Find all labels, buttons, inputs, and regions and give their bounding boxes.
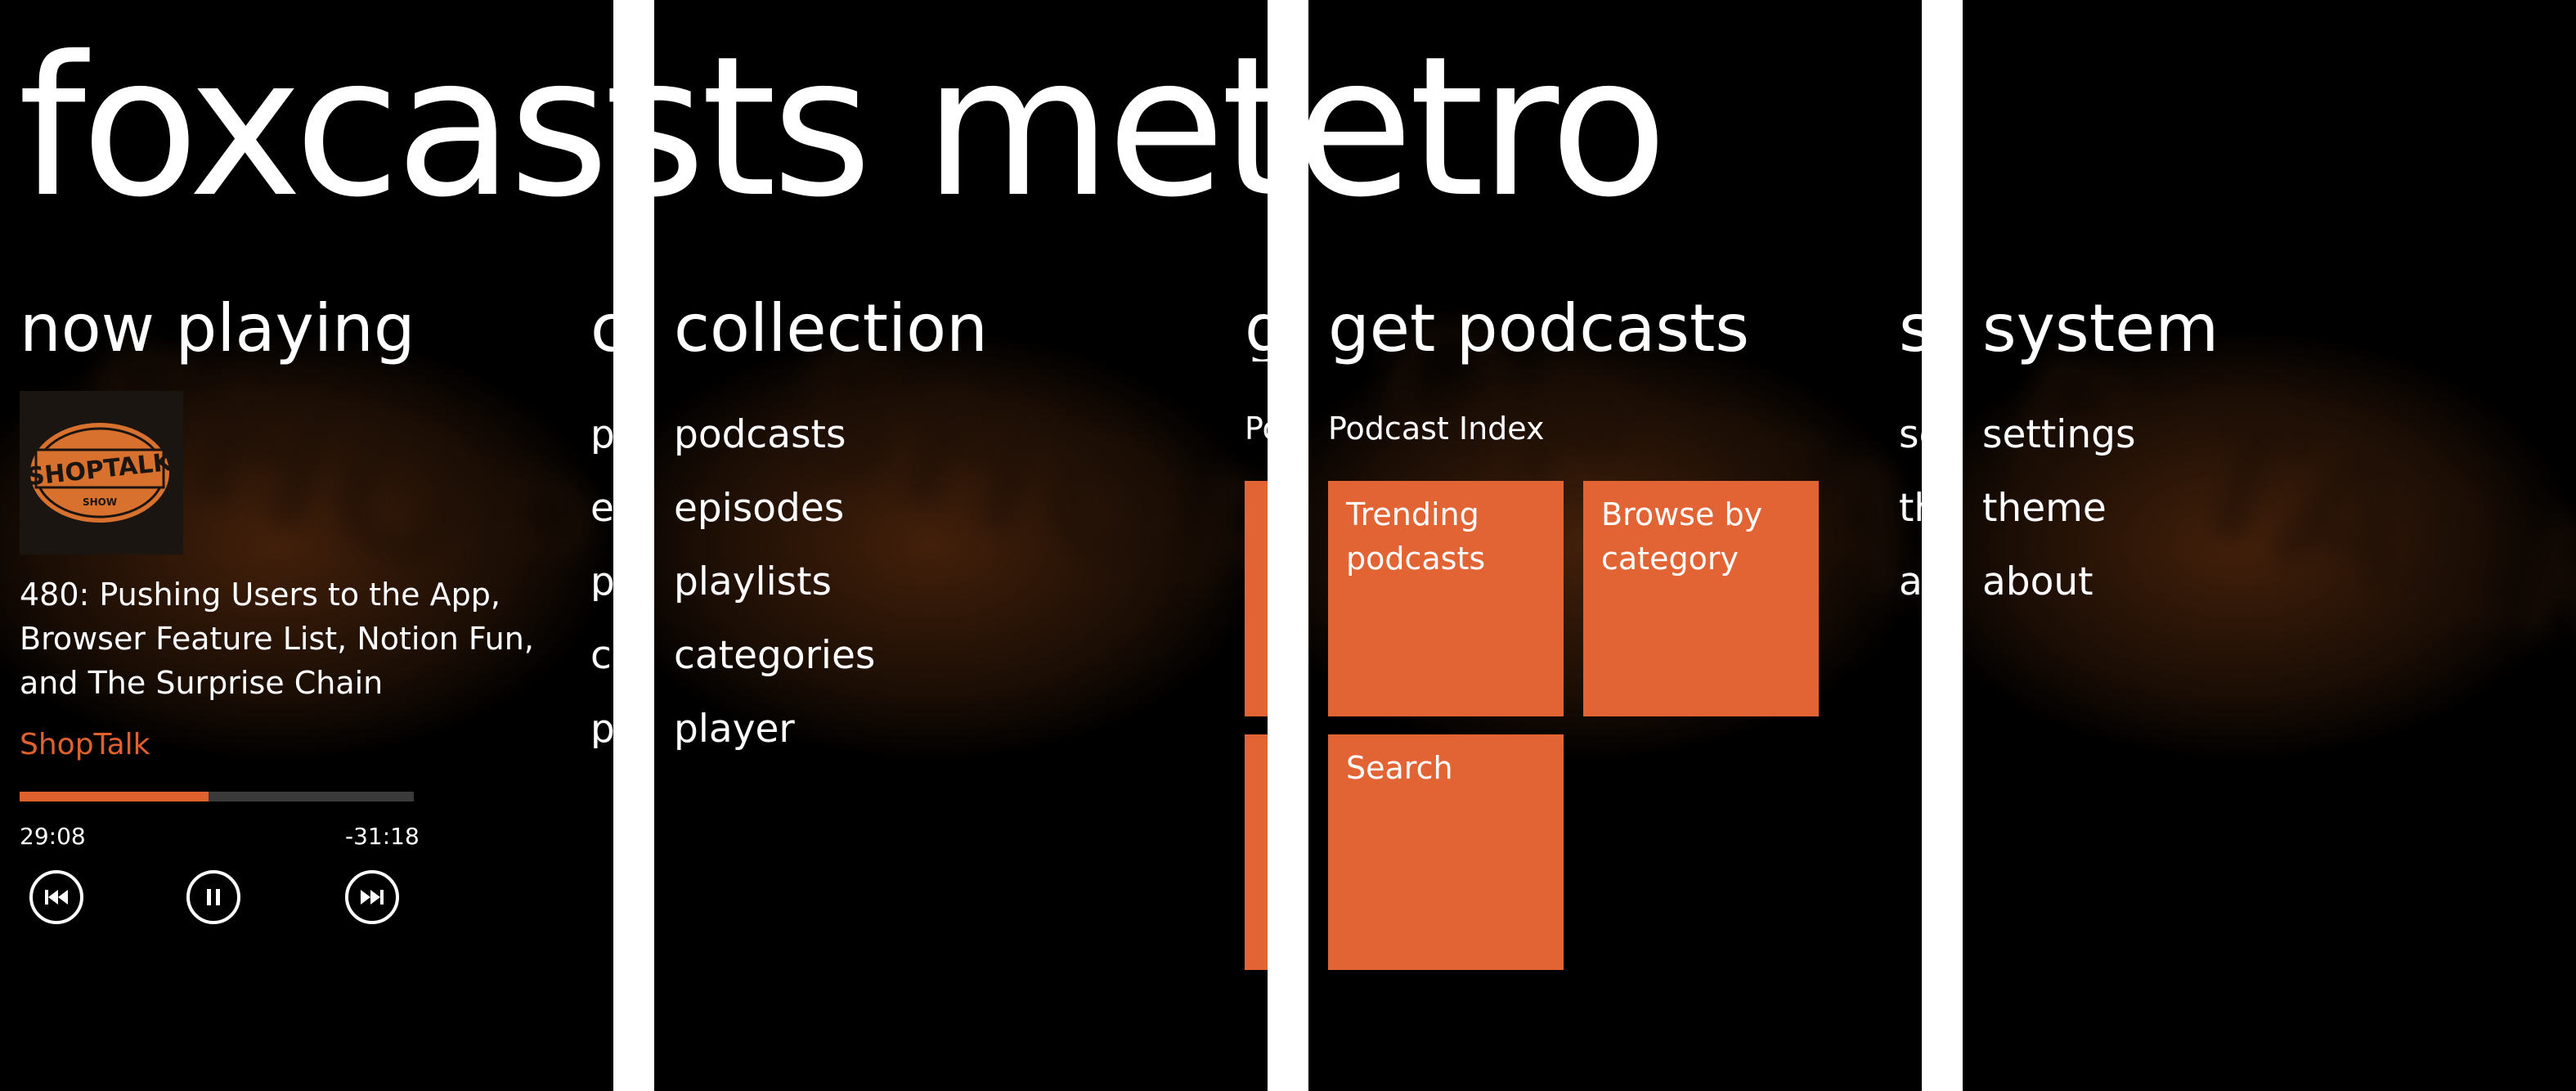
tile-trending-podcasts[interactable]: Trending podcasts: [1328, 481, 1564, 716]
system-item-theme[interactable]: theme: [1982, 489, 2107, 528]
tile-search[interactable]: Search: [1328, 734, 1564, 970]
peek-tile-search: [1245, 734, 1268, 970]
album-art-logo-subtext: SHOW: [83, 496, 117, 508]
section-heading-get-podcasts: get podcasts: [1328, 290, 1750, 366]
skip-forward-button[interactable]: [345, 870, 399, 924]
section-heading-system: system: [1982, 290, 2219, 366]
elapsed-time: 29:08: [20, 823, 86, 850]
peek-item-player: player: [590, 710, 613, 748]
pause-button[interactable]: [186, 870, 240, 924]
peek-item-settings: settings: [1899, 415, 1922, 454]
skip-back-button[interactable]: [29, 870, 83, 924]
peek-heading-get-podcasts: get podcasts: [1245, 296, 1268, 361]
collection-item-playlists[interactable]: playlists: [674, 563, 832, 601]
podcast-name-link[interactable]: ShopTalk: [20, 728, 150, 761]
skip-forward-icon: [361, 890, 384, 905]
peek-item-categories: categories: [590, 636, 613, 675]
remaining-time: -31:18: [345, 823, 420, 850]
collection-item-episodes[interactable]: episodes: [674, 489, 844, 528]
app-title-scrolled: foxcasts metro: [654, 15, 1268, 240]
peek-heading-system: system: [1899, 296, 1922, 361]
app-title-scrolled: foxcasts metro: [1308, 15, 1667, 240]
peek-subtitle-podcast-index: Podcast Index: [1245, 411, 1268, 447]
playback-progress-bar[interactable]: [20, 792, 414, 801]
panel-get-podcasts: OP TALK foxcasts metro get podcasts Podc…: [1308, 0, 1922, 1091]
panel-now-playing: SHOP foxcasts metro now playing SHOPTALK…: [0, 0, 613, 1091]
tile-browse-by-category[interactable]: Browse by category: [1583, 481, 1819, 716]
peek-item-episodes: episodes: [590, 489, 613, 528]
peek-heading-collection: collection: [590, 296, 613, 361]
collection-item-categories[interactable]: categories: [674, 636, 875, 675]
collection-item-podcasts[interactable]: podcasts: [674, 415, 846, 454]
podcast-index-label: Podcast Index: [1328, 411, 1545, 447]
peek-item-podcasts: podcasts: [590, 415, 613, 454]
section-heading-now-playing: now playing: [20, 290, 415, 366]
episode-title: 480: Pushing Users to the App, Browser F…: [20, 577, 534, 701]
system-item-about[interactable]: about: [1982, 563, 2094, 601]
album-art[interactable]: SHOPTALK SHOW: [20, 391, 183, 554]
panel-collection: SHOP TA foxcasts metro collection podcas…: [654, 0, 1268, 1091]
system-item-settings[interactable]: settings: [1982, 415, 2135, 454]
section-heading-collection: collection: [674, 290, 988, 366]
panel-system: P TALK foxcasts metro system settings th…: [1963, 0, 2576, 1091]
app-title: foxcasts metro: [18, 15, 613, 240]
peek-item-playlists: playlists: [590, 563, 613, 601]
blurred-background: P TALK: [1963, 0, 2576, 1091]
peek-tile-trending: [1245, 481, 1268, 716]
skip-back-icon: [45, 890, 68, 905]
collection-item-player[interactable]: player: [674, 710, 795, 748]
playback-progress-fill: [20, 792, 209, 801]
peek-item-about: about: [1899, 563, 1922, 601]
peek-item-theme: theme: [1899, 489, 1922, 528]
pause-icon: [207, 889, 220, 905]
